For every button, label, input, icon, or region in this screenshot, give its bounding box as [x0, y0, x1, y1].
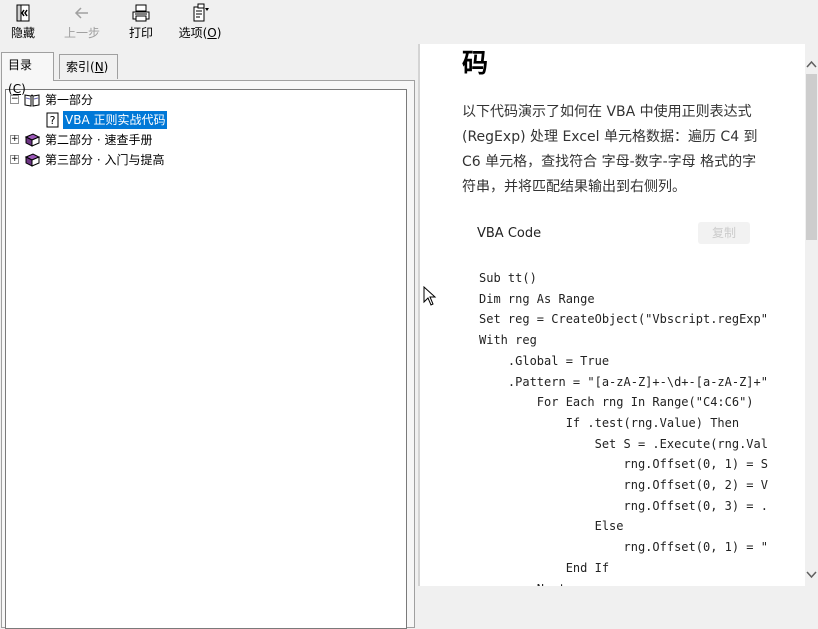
code-line: Sub tt() — [479, 271, 537, 285]
toolbar: 隐藏 上一步 打印 选项(O) — [0, 0, 818, 44]
code-line: With reg — [479, 333, 537, 348]
code-line: rng.Offset(0, 3) = . — [623, 498, 768, 513]
options-icon — [193, 3, 209, 22]
scroll-down-arrow-icon[interactable] — [805, 568, 818, 581]
printer-icon — [132, 4, 150, 22]
closed-book-icon — [24, 153, 40, 167]
tab-panel-contents: − 第一部分 ? VBA 正则实战代码 + — [1, 80, 415, 629]
tree-item-label: 第一部分 — [45, 93, 94, 107]
vertical-scrollbar[interactable] — [805, 44, 818, 586]
hide-pane-icon — [16, 4, 30, 22]
code-line: rng.Offset(0, 1) = " — [623, 540, 768, 555]
hide-label: 隐藏 — [10, 26, 35, 40]
topic-description: 以下代码演示了如何在 VBA 中使用正则表达式 (RegExp) 处理 Exce… — [462, 104, 758, 195]
options-button[interactable]: 选项(O) — [176, 0, 224, 44]
print-button[interactable]: 打印 — [124, 0, 158, 44]
print-label: 打印 — [128, 26, 153, 40]
help-page-icon: ? — [46, 112, 59, 128]
tree-item-part-one[interactable]: − 第一部分 — [6, 91, 404, 109]
tab-index[interactable]: 索引(N) — [59, 54, 118, 79]
code-line: Set S = .Execute(rng.Val — [594, 436, 768, 451]
tree-item-label: 第二部分 · 速查手册 — [45, 133, 153, 147]
code-line: Else — [594, 519, 624, 534]
options-label: 选项(O) — [178, 26, 222, 40]
topic-heading: 码 — [462, 49, 489, 79]
hide-button[interactable]: 隐藏 — [6, 0, 40, 44]
code-line: Next — [479, 582, 566, 586]
code-block-title: VBA Code — [477, 226, 542, 241]
expand-toggle[interactable]: + — [10, 155, 19, 164]
svg-text:?: ? — [50, 114, 56, 127]
contents-tree[interactable]: − 第一部分 ? VBA 正则实战代码 + — [5, 89, 407, 629]
back-arrow-icon — [74, 7, 88, 19]
code-block: VBA Code 复制 Sub tt() Dim rng As Range Se… — [462, 212, 805, 586]
code-line: Dim rng As Range — [479, 291, 595, 306]
back-button[interactable]: 上一步 — [60, 0, 104, 44]
code-line: rng.Offset(0, 2) = V — [623, 478, 768, 493]
code-line: For Each rng In Range("C4:C6") — [536, 395, 754, 410]
code-line: .Pattern = "[a-zA-Z]+-\d+-[a-zA-Z]+" — [507, 374, 768, 389]
code-line: rng.Offset(0, 1) = S — [623, 457, 768, 472]
tree-item-part-two[interactable]: + 第二部分 · 速查手册 — [6, 131, 404, 149]
tree-item-part-three[interactable]: + 第三部分 · 入门与提高 — [6, 151, 404, 169]
tab-contents[interactable]: 目录(C) — [1, 52, 54, 96]
back-label: 上一步 — [63, 26, 100, 40]
tree-item-vba-regex[interactable]: ? VBA 正则实战代码 — [6, 111, 404, 129]
scroll-up-arrow-icon[interactable] — [805, 58, 818, 71]
code-line: .Global = True — [507, 353, 610, 368]
tree-item-label: 第三部分 · 入门与提高 — [45, 153, 165, 167]
topic-content: 码 以下代码演示了如何在 VBA 中使用正则表达式 (RegExp) 处理 Ex… — [420, 44, 805, 586]
scroll-thumb[interactable] — [806, 74, 817, 240]
open-book-icon — [24, 94, 40, 107]
copy-button[interactable]: 复制 — [698, 222, 750, 244]
navigation-pane: 目录(C) 索引(N) − 第一部分 ? — [0, 44, 418, 629]
code-line: Set reg = CreateObject("Vbscript.regExp" — [479, 312, 768, 327]
mouse-cursor-icon — [423, 286, 437, 306]
code-line: If .test(rng.Value) Then — [565, 415, 740, 430]
tree-item-label: VBA 正则实战代码 — [63, 111, 168, 129]
code-listing: Sub tt() Dim rng As Range Set reg = Crea… — [479, 268, 768, 586]
code-line: End If — [565, 560, 610, 575]
closed-book-icon — [24, 133, 40, 147]
expand-toggle[interactable]: + — [10, 135, 19, 144]
